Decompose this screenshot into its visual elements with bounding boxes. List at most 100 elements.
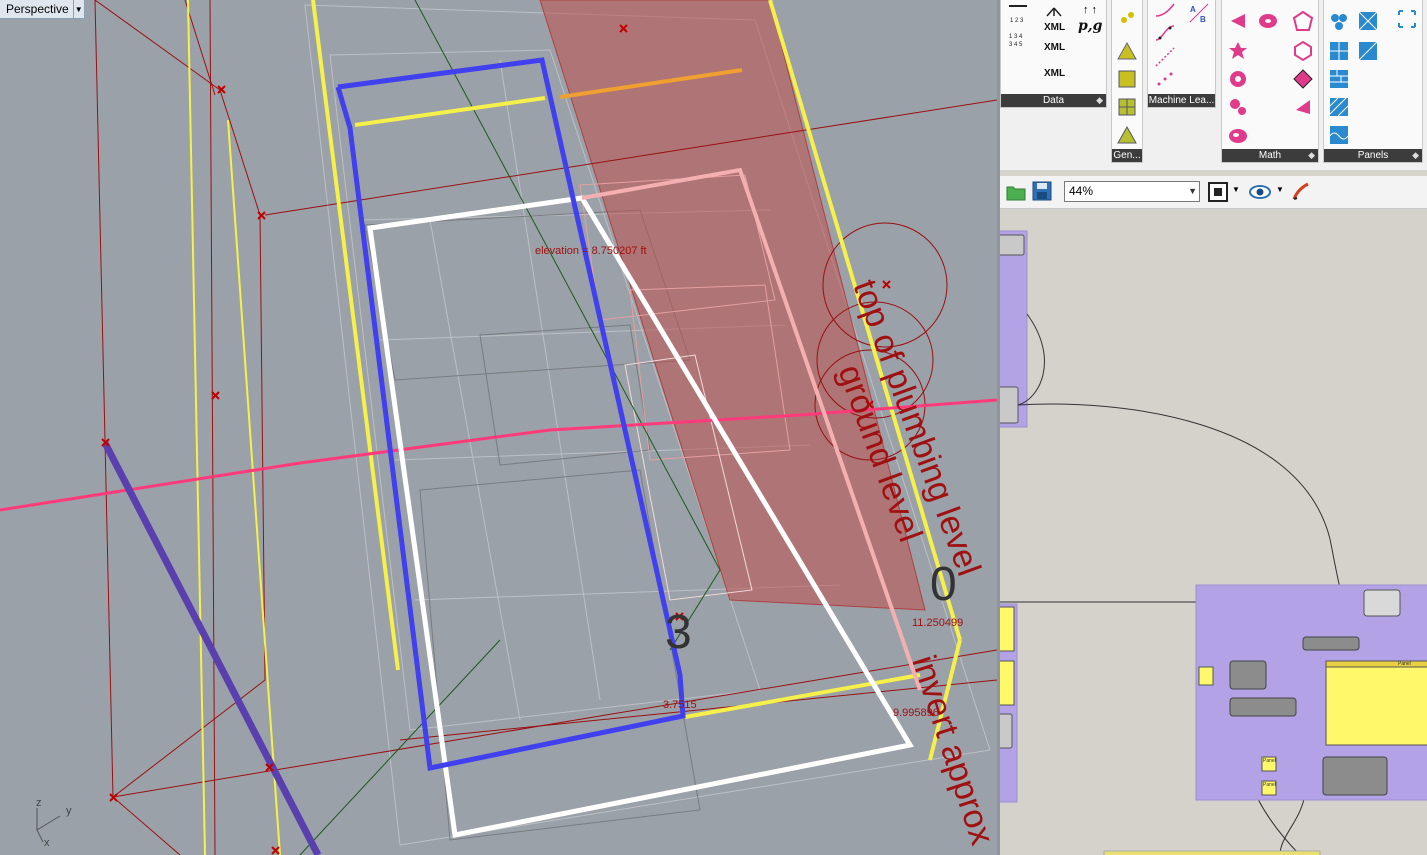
panel-quad-icon[interactable] — [1328, 40, 1350, 62]
panel-brick-icon[interactable] — [1328, 68, 1350, 90]
ribbon-footer-gen: Gen... — [1112, 149, 1142, 162]
ribbon-group-machine-learning: AB Machine Lea... — [1147, 0, 1216, 108]
ribbon-footer-math: Math ◆ — [1222, 149, 1318, 162]
value-annotation-b: 11.250499 — [912, 617, 963, 629]
toggle-label-1: Panel — [1263, 758, 1276, 764]
tri-grid-gen-icon[interactable] — [1116, 124, 1138, 146]
shell-icon[interactable] — [1227, 124, 1249, 146]
viewport-name[interactable]: Perspective — [0, 2, 73, 16]
pin-icon[interactable]: ◆ — [1308, 149, 1315, 162]
zoom-extents-icon[interactable] — [1207, 181, 1229, 203]
value-annotation-a: 3.7515 — [663, 699, 697, 711]
pin-icon[interactable]: ◆ — [1412, 149, 1419, 162]
classify-ab-icon[interactable]: AB — [1188, 2, 1210, 24]
square-gen-icon[interactable] — [1116, 68, 1138, 90]
component-ribbon: 1 2 3 XML XML XML 1 3 4 3 4 5 p,g ↑ ↑ Dat… — [1000, 0, 1427, 170]
polyhedron-icon[interactable] — [1292, 10, 1314, 32]
pg-label[interactable]: p,g — [1078, 18, 1102, 34]
knot-icon[interactable] — [1227, 68, 1249, 90]
list-numbers-icon[interactable]: 1 3 4 3 4 5 — [1007, 30, 1029, 52]
grasshopper-panel: 1 2 3 XML XML XML 1 3 4 3 4 5 p,g ↑ ↑ Dat… — [1000, 0, 1427, 855]
toggle-label-2: Panel — [1263, 782, 1276, 788]
panel-left-1[interactable] — [1000, 606, 1015, 652]
xml-label-1: XML — [1044, 22, 1066, 33]
panel-output-title: Panel — [1398, 661, 1411, 667]
chevron-down-icon[interactable]: ▼ — [1188, 182, 1197, 201]
canvas-toolbar: 44% ▼ ▼ ▼ — [1000, 176, 1427, 209]
blob-icon[interactable] — [1227, 96, 1249, 118]
preview-dropdown-icon[interactable]: ▼ — [1276, 185, 1284, 194]
zoom-level-select[interactable]: 44% ▼ — [1064, 181, 1200, 202]
panel-diag-icon[interactable] — [1357, 40, 1379, 62]
axis-z-label: z — [36, 797, 42, 809]
sketch-brush-icon[interactable] — [1290, 181, 1312, 203]
ribbon-group-data: 1 2 3 XML XML XML 1 3 4 3 4 5 p,g ↑ ↑ Dat… — [1000, 0, 1107, 108]
ribbon-group-gen: Gen... — [1111, 0, 1143, 163]
component-left-2[interactable] — [1000, 386, 1019, 424]
scatter-fit-icon[interactable] — [1154, 46, 1176, 68]
grid-gen-icon[interactable] — [1116, 96, 1138, 118]
toggle-right-1[interactable] — [1198, 666, 1214, 686]
viewport-title-tab[interactable]: Perspective ▼ — [0, 0, 85, 19]
panel-hatch-icon[interactable] — [1328, 96, 1350, 118]
data-tree-icon[interactable]: 1 2 3 — [1007, 2, 1029, 24]
svg-text:A: A — [1190, 5, 1196, 14]
scatter-icon[interactable] — [1154, 68, 1176, 90]
ribbon-group-math: Math ◆ — [1221, 0, 1319, 163]
preview-eye-icon[interactable] — [1248, 182, 1272, 202]
panel-output[interactable] — [1325, 660, 1427, 746]
ribbon-group-panels: Panels ◆ — [1323, 0, 1423, 163]
xml-label-2: XML — [1044, 42, 1066, 53]
component-left-3[interactable] — [1000, 713, 1013, 749]
inner-wire-box-2 — [479, 324, 651, 466]
component-right-1[interactable] — [1363, 589, 1401, 617]
xml-label-3: XML — [1044, 68, 1066, 79]
star-solid-icon[interactable] — [1227, 40, 1249, 62]
component-right-4[interactable] — [1229, 697, 1297, 717]
dodecahedron-icon[interactable] — [1292, 40, 1314, 62]
svg-text:1 2 3: 1 2 3 — [1010, 18, 1024, 24]
ribbon-footer-machine-learning: Machine Lea... — [1148, 94, 1215, 107]
panel-left-2[interactable] — [1000, 660, 1015, 706]
frame-corners-icon[interactable] — [1396, 8, 1418, 30]
zoom-level-value: 44% — [1069, 184, 1094, 198]
axis-x-label: x — [44, 837, 50, 849]
wedge-icon[interactable] — [1292, 96, 1314, 118]
component-left-1[interactable] — [1000, 234, 1025, 256]
up-arrows-icon[interactable]: ↑ ↑ — [1083, 4, 1097, 16]
panel-output-header — [1325, 660, 1427, 668]
svg-text:1 3 4: 1 3 4 — [1009, 34, 1023, 40]
viewport-menu-caret-icon[interactable]: ▼ — [72, 0, 84, 18]
grasshopper-canvas[interactable]: Panel Panel Panel — [1000, 209, 1427, 855]
component-right-5[interactable] — [1322, 756, 1388, 796]
branch-gen-icon[interactable] — [1116, 8, 1138, 30]
ribbon-footer-data: Data ◆ — [1001, 94, 1106, 107]
zoom-extents-dropdown-icon[interactable]: ▼ — [1232, 185, 1240, 194]
cone-icon[interactable] — [1227, 10, 1249, 32]
octahedron-icon[interactable] — [1292, 68, 1314, 90]
bottom-panel-strip[interactable] — [1103, 850, 1321, 855]
canvas-graph[interactable] — [1000, 209, 1427, 855]
cluster-icon[interactable] — [1328, 10, 1350, 32]
elevation-annotation: elevation = 8.750207 ft — [535, 245, 647, 257]
torus-icon[interactable] — [1257, 10, 1279, 32]
regression-icon[interactable] — [1154, 0, 1176, 22]
label-invert-approx: invert approx — [904, 651, 997, 850]
curve-fit-icon[interactable] — [1154, 22, 1176, 44]
svg-text:B: B — [1200, 15, 1206, 24]
component-right-2[interactable] — [1302, 636, 1360, 651]
save-file-icon[interactable] — [1032, 181, 1052, 201]
component-right-3[interactable] — [1229, 660, 1267, 690]
axis-y-label: y — [66, 805, 72, 817]
open-file-icon[interactable] — [1006, 182, 1026, 202]
panel-grid-icon[interactable] — [1357, 10, 1379, 32]
pin-icon[interactable]: ◆ — [1096, 94, 1103, 107]
viewport-scene[interactable]: elevation = 8.750207 ft 3.7515 11.250499… — [0, 0, 997, 855]
svg-text:3 4 5: 3 4 5 — [1009, 42, 1023, 48]
inner-wire-box-3 — [419, 469, 701, 841]
triangle-gen-icon[interactable] — [1116, 40, 1138, 62]
panel-wave-icon[interactable] — [1328, 124, 1350, 146]
ribbon-footer-panels: Panels ◆ — [1324, 149, 1422, 162]
big-number-3: 3 — [665, 606, 692, 659]
rhino-perspective-viewport[interactable]: elevation = 8.750207 ft 3.7515 11.250499… — [0, 0, 997, 855]
